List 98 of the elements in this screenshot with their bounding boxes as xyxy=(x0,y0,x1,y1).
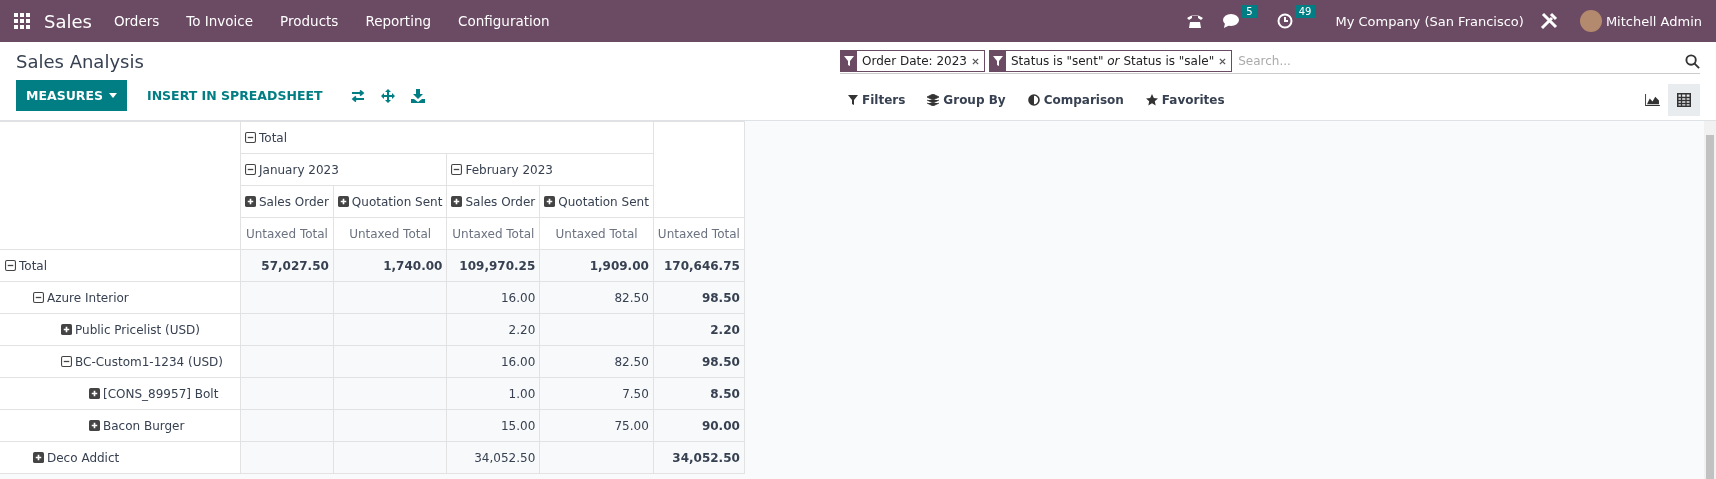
value-cell: 2.20 xyxy=(710,322,740,337)
column-header[interactable]: Quotation Sent xyxy=(333,185,447,218)
user-menu[interactable]: Mitchell Admin xyxy=(1605,13,1702,29)
filter-menu-button[interactable]: Filters xyxy=(840,93,906,107)
table-icon xyxy=(1677,93,1691,107)
value-cell: 109,970.25 xyxy=(459,258,536,273)
avatar[interactable] xyxy=(1579,10,1602,32)
collapse-icon xyxy=(451,163,463,175)
column-header[interactable]: Sales Order xyxy=(446,185,540,218)
collapse-icon xyxy=(33,291,44,303)
filter-menu-button[interactable]: Favorites xyxy=(1137,93,1225,107)
chat-icon[interactable] xyxy=(1222,13,1241,29)
close-icon[interactable] xyxy=(1219,57,1227,65)
measure-header[interactable]: Untaxed Total xyxy=(240,217,334,250)
measure-header[interactable]: Untaxed Total xyxy=(333,217,447,250)
phone-icon[interactable] xyxy=(1186,13,1205,29)
app-grid-icon[interactable] xyxy=(14,13,30,29)
search-icon[interactable] xyxy=(1685,53,1700,69)
value-cell: 34,052.50 xyxy=(474,450,536,465)
expand-icon xyxy=(61,323,72,335)
value-cell: 16.00 xyxy=(500,290,536,305)
row-header[interactable]: Bacon Burger xyxy=(0,409,241,442)
value-cell: 57,027.50 xyxy=(261,258,329,273)
funnel-icon xyxy=(848,95,858,105)
value-cell: 170,646.75 xyxy=(663,258,740,273)
filter-menu-button[interactable]: Comparison xyxy=(1019,93,1124,107)
column-header[interactable]: February 2023 xyxy=(446,153,654,186)
menu-item[interactable]: Configuration xyxy=(458,13,550,29)
row-header[interactable]: Total xyxy=(0,249,241,282)
swap-icon[interactable] xyxy=(350,89,365,102)
caret-icon xyxy=(109,93,117,98)
row-header[interactable]: Public Pricelist (USD) xyxy=(0,313,241,346)
value-cell: 34,052.50 xyxy=(672,450,740,465)
value-cell: 2.20 xyxy=(508,322,536,337)
menu-item[interactable]: Reporting xyxy=(365,13,432,29)
filter-facet[interactable]: Order Date: 2023 xyxy=(840,50,985,72)
value-cell: 1.00 xyxy=(508,386,536,401)
measures-button[interactable]: MEASURES xyxy=(16,80,127,111)
filter-facet[interactable]: Status is "sent" or Status is "sale" xyxy=(989,50,1233,72)
column-header[interactable]: Quotation Sent xyxy=(539,185,654,218)
value-cell: 75.00 xyxy=(614,418,649,433)
row-header[interactable]: [CONS_89957] Bolt xyxy=(0,377,241,410)
value-cell: 1,909.00 xyxy=(589,258,649,273)
facet-label: Order Date: 2023 xyxy=(861,54,968,68)
value-cell: 8.50 xyxy=(710,386,740,401)
facet-label: Status is "sent" or Status is "sale" xyxy=(1010,54,1216,68)
message-count-badge: 5 xyxy=(1242,5,1257,18)
scrollbar[interactable] xyxy=(1704,121,1716,479)
expand-icon xyxy=(89,419,100,431)
value-cell: 98.50 xyxy=(701,290,740,305)
column-header[interactable]: January 2023 xyxy=(240,153,447,186)
measure-header[interactable]: Untaxed Total xyxy=(653,217,745,250)
close-icon[interactable] xyxy=(972,57,979,65)
clock-icon[interactable] xyxy=(1276,13,1293,29)
collapse-icon xyxy=(245,131,256,143)
tools-icon[interactable] xyxy=(1539,12,1558,30)
value-cell: 1,740.00 xyxy=(383,258,443,273)
menu-item[interactable]: Orders xyxy=(113,13,160,29)
pivot-view-button[interactable] xyxy=(1668,84,1700,116)
row-header[interactable]: Azure Interior xyxy=(0,281,241,314)
half-circle-icon xyxy=(1027,94,1040,106)
measure-header[interactable]: Untaxed Total xyxy=(539,217,654,250)
expand-icon xyxy=(245,195,256,207)
company-switcher[interactable]: My Company (San Francisco) xyxy=(1335,13,1524,29)
collapse-icon xyxy=(5,259,16,271)
collapse-icon xyxy=(245,163,256,175)
funnel-icon xyxy=(844,56,854,66)
expand-arrows-icon[interactable] xyxy=(380,88,395,103)
expand-icon xyxy=(33,451,44,463)
expand-icon xyxy=(337,195,349,207)
value-cell: 82.50 xyxy=(614,354,649,369)
row-header[interactable]: BC-Custom1-1234 (USD) xyxy=(0,345,241,378)
value-cell: 15.00 xyxy=(500,418,536,433)
app-name[interactable]: Sales xyxy=(44,10,92,32)
value-cell: 7.50 xyxy=(622,386,649,401)
menu-item[interactable]: Products xyxy=(280,13,339,29)
value-cell: 82.50 xyxy=(614,290,649,305)
download-icon[interactable] xyxy=(410,88,425,103)
collapse-icon xyxy=(61,355,72,367)
value-cell: 16.00 xyxy=(500,354,536,369)
page-title: Sales Analysis xyxy=(16,51,145,72)
insert-spreadsheet-button[interactable]: INSERT IN SPREADSHEET xyxy=(143,88,327,103)
area-chart-icon xyxy=(1644,94,1660,106)
expand-icon xyxy=(544,195,556,207)
value-cell: 90.00 xyxy=(701,418,740,433)
star-icon xyxy=(1145,94,1158,106)
value-cell: 98.50 xyxy=(701,354,740,369)
column-header[interactable]: Total xyxy=(240,121,654,154)
layers-icon xyxy=(927,94,940,106)
activity-count-badge: 49 xyxy=(1294,5,1316,18)
expand-icon xyxy=(89,387,100,399)
measure-header[interactable]: Untaxed Total xyxy=(446,217,540,250)
funnel-icon xyxy=(993,56,1003,66)
column-header[interactable]: Sales Order xyxy=(240,185,334,218)
filter-menu-button[interactable]: Group By xyxy=(919,93,1006,107)
menu-item[interactable]: To Invoice xyxy=(186,13,254,29)
row-header[interactable]: Deco Addict xyxy=(0,441,241,474)
expand-icon xyxy=(451,195,463,207)
